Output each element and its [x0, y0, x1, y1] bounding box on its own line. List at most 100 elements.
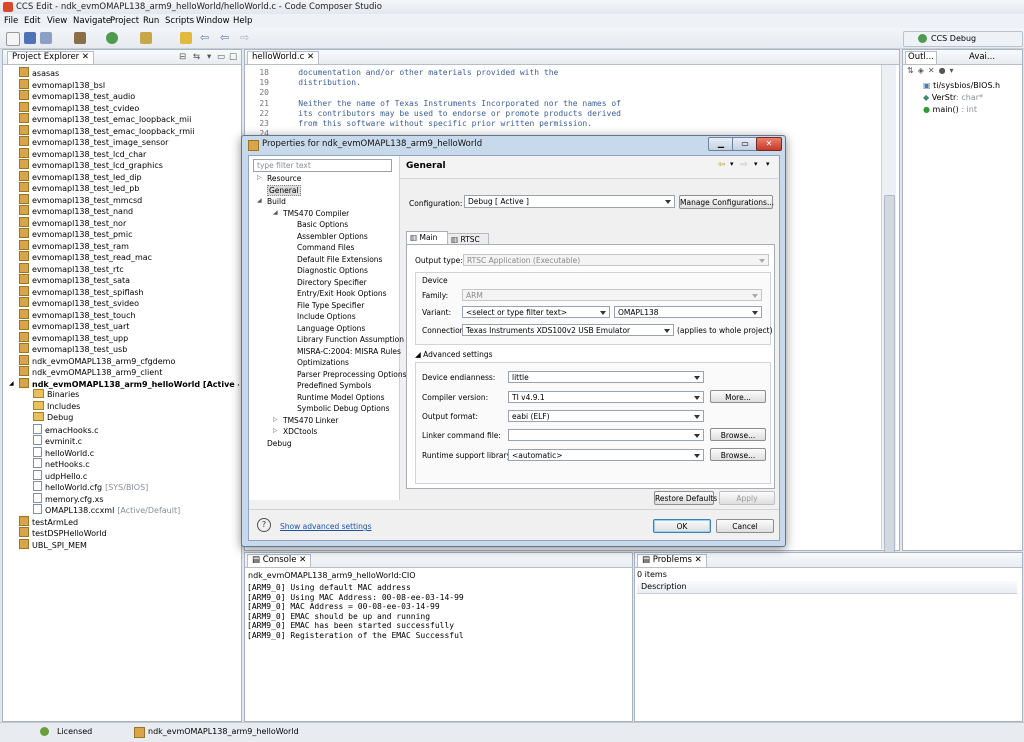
nav-item[interactable]: Parser Preprocessing Options: [297, 370, 407, 379]
nav-back-menu-icon[interactable]: ▾: [730, 160, 734, 168]
nav-item[interactable]: ◢ TMS470 Compiler: [273, 209, 349, 218]
sort-icon[interactable]: ⇅: [907, 66, 918, 75]
nav-item[interactable]: Command Files: [297, 243, 354, 252]
hide-static-icon[interactable]: ✕: [928, 66, 939, 75]
nav-item[interactable]: ▷ TMS470 Linker: [273, 416, 338, 425]
tree-item[interactable]: helloWorld.c: [33, 446, 94, 458]
tree-item[interactable]: evmomapl138_test_emac_loopback_rmii: [19, 124, 194, 136]
tree-item[interactable]: ◢ ndk_evmOMAPL138_arm9_helloWorld [Activ…: [9, 377, 239, 389]
annotation-icon[interactable]: [180, 32, 192, 44]
nav-item[interactable]: MISRA-C:2004: MISRA Rules: [297, 347, 401, 356]
runtime-library-select[interactable]: <automatic>: [508, 449, 704, 461]
expanded-triangle-icon[interactable]: ◢: [9, 378, 14, 389]
tree-item[interactable]: evmomapl138_test_touch: [19, 308, 136, 320]
tree-item[interactable]: evminit.c: [33, 435, 82, 446]
connection-select[interactable]: Texas Instruments XDS100v2 USB Emulator: [462, 324, 674, 336]
configuration-select[interactable]: Debug [ Active ]: [464, 195, 675, 208]
browse-linker-button[interactable]: Browse...: [710, 428, 766, 441]
menu-scripts[interactable]: Scripts: [165, 16, 194, 26]
nav-item[interactable]: Directory Specifier: [297, 278, 367, 287]
tab-helloworld-c[interactable]: helloWorld.c ✕: [247, 51, 320, 64]
nav-item[interactable]: Library Function Assumption: [297, 335, 404, 344]
editor-scrollbar[interactable]: [881, 65, 896, 577]
nav-item[interactable]: Entry/Exit Hook Options: [297, 289, 387, 298]
tab-main[interactable]: ▥ Main: [406, 231, 448, 245]
tree-item[interactable]: emacHooks.c: [33, 423, 99, 435]
help-icon[interactable]: ?: [257, 518, 271, 532]
nav-forward-menu-icon[interactable]: ▾: [754, 160, 758, 168]
variant-filter-select[interactable]: <select or type filter text>: [462, 306, 610, 318]
tree-item[interactable]: ndk_evmOMAPL138_arm9_client: [19, 366, 162, 377]
manage-configurations-button[interactable]: Manage Configurations...: [679, 195, 774, 209]
tree-item[interactable]: evmomapl138_test_svideo: [19, 297, 139, 308]
tree-item[interactable]: evmomapl138_test_led_pb: [19, 182, 139, 193]
collapsed-triangle-icon[interactable]: ▷: [273, 427, 278, 434]
tree-item[interactable]: memory.cfg.xs: [33, 492, 104, 504]
dialog-maximize-button[interactable]: ▭: [732, 137, 758, 151]
outline-item-include[interactable]: ▣ ti/sysbios/BIOS.h: [923, 81, 1000, 90]
tree-item[interactable]: Binaries: [33, 389, 79, 400]
nav-item[interactable]: Debug: [267, 439, 292, 448]
new-icon[interactable]: [6, 32, 20, 46]
menu-view[interactable]: View: [47, 16, 67, 26]
restore-defaults-button[interactable]: Restore Defaults: [654, 491, 717, 505]
menu-help[interactable]: Help: [233, 16, 252, 26]
tree-item[interactable]: evmomapl138_test_image_sensor: [19, 136, 168, 147]
tree-item[interactable]: netHooks.c: [33, 458, 90, 469]
build-icon[interactable]: [74, 32, 86, 44]
filter-input[interactable]: type filter text: [253, 159, 392, 172]
outline-item-main[interactable]: ● main() : int: [923, 105, 977, 114]
output-format-select[interactable]: eabi (ELF): [508, 410, 704, 422]
tree-item[interactable]: evmomapl138_test_cvideo: [19, 101, 139, 113]
dialog-close-button[interactable]: ✕: [756, 137, 782, 151]
tree-item[interactable]: Includes: [33, 400, 80, 412]
expanded-triangle-icon[interactable]: ◢: [257, 197, 262, 204]
tree-item[interactable]: testArmLed: [19, 515, 78, 527]
perspective-switcher[interactable]: CCS Debug: [903, 31, 1023, 47]
tree-item[interactable]: evmomapl138_test_sata: [19, 274, 130, 285]
tree-item[interactable]: evmomapl138_test_uart: [19, 320, 129, 331]
page-menu-icon[interactable]: ▾: [766, 160, 770, 168]
nav-item[interactable]: Basic Options: [297, 220, 348, 229]
collapsed-triangle-icon[interactable]: ▷: [257, 174, 262, 181]
advanced-settings-toggle[interactable]: ◢ Advanced settings: [415, 350, 493, 359]
tree-item[interactable]: Debug: [33, 412, 73, 423]
editor-scroll-thumb[interactable]: [884, 195, 895, 577]
tree-item[interactable]: evmomapl138_bsl: [19, 78, 105, 90]
tree-item[interactable]: evmomapl138_test_nand: [19, 205, 133, 216]
save-all-icon[interactable]: [40, 32, 52, 44]
tab-problems[interactable]: ▤ Problems ✕: [637, 554, 707, 567]
back-arrow-icon[interactable]: ⇦: [200, 32, 212, 44]
cancel-button[interactable]: Cancel: [716, 519, 774, 533]
nav-item[interactable]: ◢ Build: [257, 197, 286, 206]
nav-item[interactable]: Optimizations: [297, 358, 349, 367]
menu-edit[interactable]: Edit: [24, 16, 40, 26]
tree-item[interactable]: evmomapl138_test_emac_loopback_mii: [19, 113, 191, 124]
tab-console[interactable]: ▤ Console ✕: [247, 554, 312, 567]
tree-item[interactable]: OMAPL138.ccxml [Active/Default]: [33, 504, 180, 515]
link-editor-icon[interactable]: ⇆: [193, 52, 200, 62]
tree-item[interactable]: evmomapl138_test_ram: [19, 239, 129, 251]
outline-menu-icon[interactable]: ▾: [950, 66, 958, 75]
linker-command-select[interactable]: [508, 429, 704, 441]
tree-item[interactable]: evmomapl138_test_lcd_char: [19, 147, 146, 159]
menu-project[interactable]: Project: [110, 16, 139, 26]
endianness-select[interactable]: little: [508, 371, 704, 383]
tree-item[interactable]: asasas: [19, 67, 59, 78]
tree-item[interactable]: evmomapl138_test_upp: [19, 331, 128, 343]
save-icon[interactable]: [24, 32, 36, 44]
tree-item[interactable]: evmomapl138_test_read_mac: [19, 251, 152, 262]
tree-item[interactable]: ndk_evmOMAPL138_arm9_cfgdemo: [19, 354, 175, 366]
ok-button[interactable]: OK: [653, 519, 711, 533]
nav-item[interactable]: Include Options: [297, 312, 356, 321]
menu-navigate[interactable]: Navigate: [73, 16, 111, 26]
console-output[interactable]: [ARM9_0] Using default MAC address [ARM9_…: [247, 581, 627, 711]
nav-item[interactable]: General: [267, 184, 301, 196]
nav-item[interactable]: ▷ Resource: [257, 174, 301, 183]
tree-item[interactable]: evmomapl138_test_mmcsd: [19, 193, 142, 205]
debug-icon[interactable]: [106, 32, 118, 44]
nav-item[interactable]: File Type Specifier: [297, 301, 364, 310]
browse-runtime-button[interactable]: Browse...: [710, 448, 766, 461]
collapsed-triangle-icon[interactable]: ▷: [273, 416, 278, 423]
tree-item[interactable]: evmomapl138_test_lcd_graphics: [19, 159, 163, 170]
